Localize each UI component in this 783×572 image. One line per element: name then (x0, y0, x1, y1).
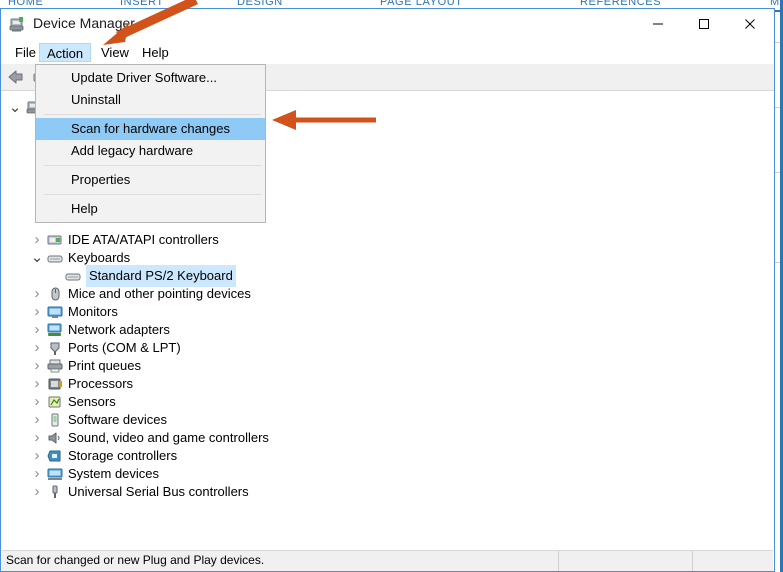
keyboard-icon (47, 255, 63, 263)
system-device-icon (47, 468, 63, 480)
menu-separator (44, 114, 261, 115)
status-bar-text: Scan for changed or new Plug and Play de… (6, 553, 265, 567)
software-device-icon (51, 413, 59, 427)
status-bar: Scan for changed or new Plug and Play de… (2, 550, 773, 571)
storage-icon (47, 450, 61, 462)
menu-item-action[interactable]: Action (39, 43, 92, 62)
port-icon (50, 342, 60, 355)
maximize-button[interactable] (681, 9, 727, 39)
action-dropdown-menu[interactable]: Update Driver Software... Uninstall Scan f… (35, 64, 266, 223)
usb-icon (52, 485, 58, 498)
word-ribbon-tab[interactable]: PAGE LAYOUT (380, 0, 463, 8)
sensor-icon (48, 396, 61, 408)
monitor-icon (47, 306, 63, 318)
chevron-right-icon[interactable]: › (30, 481, 44, 503)
window-titlebar: Device Manager (1, 9, 774, 41)
minimize-icon (653, 23, 663, 25)
keyboard-icon (65, 273, 81, 281)
menu-item-view[interactable]: View (93, 43, 137, 62)
maximize-icon (699, 19, 709, 29)
tree-item-label: Universal Serial Bus controllers (68, 484, 249, 499)
window-title: Device Manager (33, 15, 135, 31)
status-divider (558, 551, 559, 571)
status-divider (692, 551, 693, 571)
device-manager-icon (9, 17, 24, 32)
menu-bar: File Action View Help (1, 41, 774, 64)
processor-icon (48, 378, 62, 390)
speaker-icon (48, 432, 60, 444)
tree-item[interactable]: › Universal Serial Bus controllers (2, 481, 773, 503)
action-menu-item[interactable]: Help (36, 198, 265, 220)
action-menu-item[interactable]: Scan for hardware changes (36, 118, 265, 140)
mouse-icon (51, 287, 60, 301)
action-menu-item[interactable]: Uninstall (36, 89, 265, 111)
ide-controller-icon (47, 235, 62, 245)
minimize-button[interactable] (635, 9, 681, 39)
word-ribbon-tab[interactable]: DESIGN (237, 0, 283, 8)
device-manager-window: Device Manager File Action View Help ⌄ ›… (0, 8, 775, 572)
menu-item-help[interactable]: Help (134, 43, 177, 62)
word-ribbon-tab[interactable]: REFERENCES (580, 0, 661, 8)
menu-separator (44, 194, 261, 195)
word-ribbon-tab[interactable]: HOME (8, 0, 43, 8)
back-button[interactable] (7, 68, 25, 86)
action-menu-item[interactable]: Properties (36, 169, 265, 191)
printer-icon (47, 359, 63, 373)
chevron-down-icon[interactable]: ⌄ (8, 97, 22, 119)
menu-separator (44, 165, 261, 166)
network-icon (47, 323, 62, 336)
action-menu-item[interactable]: Update Driver Software... (36, 67, 265, 89)
action-menu-item[interactable]: Add legacy hardware (36, 140, 265, 162)
close-icon (745, 19, 755, 29)
word-ribbon-tab[interactable]: INSERT (120, 0, 164, 8)
close-button[interactable] (727, 9, 773, 39)
